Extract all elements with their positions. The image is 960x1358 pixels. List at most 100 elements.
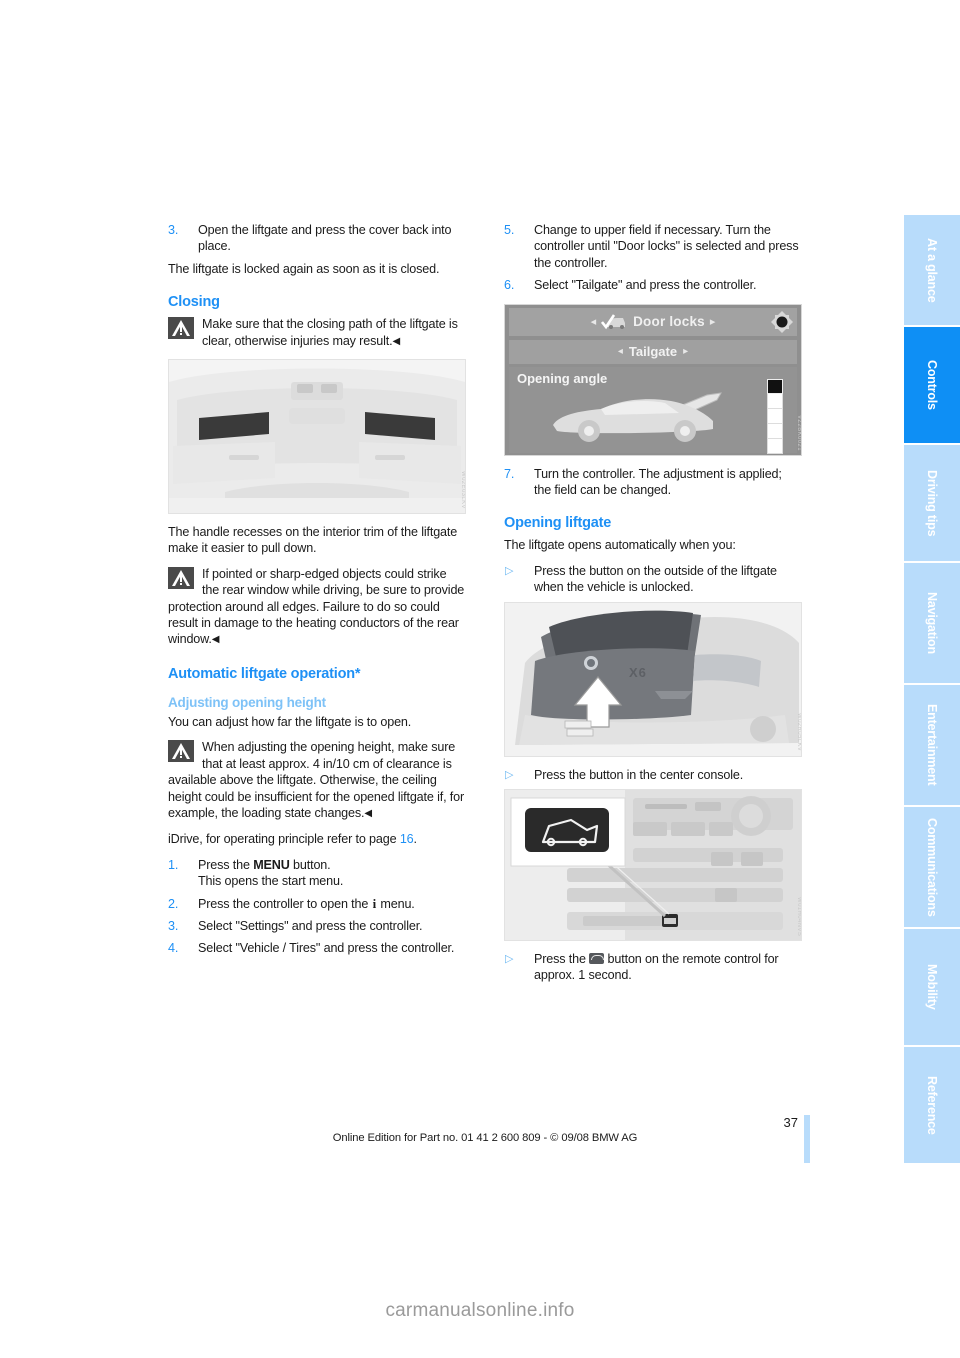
tab-label: At a glance xyxy=(925,237,939,303)
step-number: 2. xyxy=(168,896,179,911)
paragraph-locked: The liftgate is locked again as soon as … xyxy=(168,261,440,276)
warning-adjust: When adjusting the opening height, make … xyxy=(168,739,466,822)
step-number: 4. xyxy=(168,941,179,956)
door-locks-icon xyxy=(601,313,626,329)
page-reference-link[interactable]: 16 xyxy=(400,832,414,846)
step-text: Turn the controller. The adjustment is a… xyxy=(534,466,782,498)
menu-left-arrow-icon[interactable]: ◂ xyxy=(591,315,597,328)
figure-vehicle-rear: X6 W02R05LKV xyxy=(504,601,802,757)
tab-mobility[interactable]: Mobility xyxy=(904,929,960,1047)
figure-code: VZ2BK0021 xyxy=(796,414,802,451)
warning-triangle-icon xyxy=(168,317,194,340)
interior-trim-illustration xyxy=(169,360,465,514)
idrive-top-menu-label: Door locks xyxy=(633,314,705,330)
end-marker-icon: ◀ xyxy=(364,807,372,819)
tab-entertainment[interactable]: Entertainment xyxy=(904,685,960,807)
warning-text: Make sure that the closing path of the l… xyxy=(202,317,458,348)
chapter-tabs: At a glance Controls Driving tips Naviga… xyxy=(904,215,960,1165)
bullet-text-pre: Press the xyxy=(534,952,590,967)
list-item: 4. Select "Vehicle / Tires" and press th… xyxy=(168,940,466,956)
figure-idrive-screen: ◂ Door locks ▸ ◂ Tailgate ▸ Opening angl… xyxy=(504,303,802,456)
step-text: Change to upper field if necessary. Turn… xyxy=(534,223,799,270)
step-text: Open the liftgate and press the cover ba… xyxy=(198,223,452,254)
heading-adjusting-height: Adjusting opening height xyxy=(168,694,326,710)
heading-opening-liftgate: Opening liftgate xyxy=(504,515,612,532)
list-item: 7. Turn the controller. The adjustment i… xyxy=(504,466,802,499)
list-item: 3. Open the liftgate and press the cover… xyxy=(168,222,466,255)
tab-at-a-glance[interactable]: At a glance xyxy=(904,215,960,327)
submenu-right-arrow-icon[interactable]: ▸ xyxy=(683,346,688,357)
level-segment xyxy=(767,393,783,409)
warning-triangle-icon xyxy=(168,740,194,763)
tab-controls[interactable]: Controls xyxy=(904,327,960,445)
step-text-pre: Press the controller to open the xyxy=(198,896,372,911)
step-number: 6. xyxy=(504,278,515,293)
list-item: ▷ Press the button on the remote control… xyxy=(504,951,802,984)
end-marker-icon: ◀ xyxy=(392,335,400,347)
paragraph-opens-auto: The liftgate opens automatically when yo… xyxy=(504,538,736,553)
list-item: 2. Press the controller to open the i me… xyxy=(168,896,466,912)
figure-code: W02E03LKV xyxy=(460,471,466,510)
tab-navigation[interactable]: Navigation xyxy=(904,563,960,685)
manual-page: 3. Open the liftgate and press the cover… xyxy=(0,0,960,1358)
end-marker-icon: ◀ xyxy=(211,634,220,646)
tab-reference[interactable]: Reference xyxy=(904,1047,960,1165)
figure-code: W02R05LKV xyxy=(796,713,802,752)
list-item: 1. Press the MENU button. This opens the… xyxy=(168,857,466,890)
left-column: 3. Open the liftgate and press the cover… xyxy=(168,222,466,963)
heading-closing: Closing xyxy=(168,294,220,311)
figure-center-console: W01H04NVS xyxy=(504,789,802,942)
bullet-triangle-icon: ▷ xyxy=(505,564,514,577)
tab-label: Controls xyxy=(925,360,939,410)
step-number: 7. xyxy=(504,466,515,481)
list-item: ▷ Press the button in the center console… xyxy=(504,767,802,783)
tab-driving-tips[interactable]: Driving tips xyxy=(904,445,960,563)
list-item: 6. Select "Tailgate" and press the contr… xyxy=(504,277,802,293)
idrive-sub-menu-label: Tailgate xyxy=(628,344,678,360)
bullet-text: Press the button in the center console. xyxy=(534,767,744,782)
step-text: Select "Vehicle / Tires" and press the c… xyxy=(198,941,455,956)
level-segment xyxy=(767,423,783,439)
submenu-left-arrow-icon[interactable]: ◂ xyxy=(618,346,623,357)
tab-label: Mobility xyxy=(925,964,939,1010)
tab-label: Communications xyxy=(925,817,939,917)
step-number: 3. xyxy=(168,918,179,933)
figure-interior-trim: W02E03LKV xyxy=(168,359,466,515)
warning-rear-window: If pointed or sharp-edged objects could … xyxy=(168,566,466,649)
page-number: 37 xyxy=(783,1115,798,1130)
vehicle-rear-illustration: X6 xyxy=(505,602,801,756)
step-text: Select "Settings" and press the controll… xyxy=(198,918,423,933)
tab-communications[interactable]: Communications xyxy=(904,807,960,929)
step-text-post: button. xyxy=(289,857,331,872)
vehicle-silhouette xyxy=(553,391,722,442)
imprint-text: Online Edition for Part no. 01 41 2 600 … xyxy=(332,1132,638,1144)
site-watermark: carmanualsonline.info xyxy=(385,1300,575,1321)
step-text-pre: Press the xyxy=(198,857,254,872)
bullet-triangle-icon: ▷ xyxy=(505,953,514,966)
tab-label: Navigation xyxy=(925,592,939,654)
paragraph-handle: The handle recesses on the interior trim… xyxy=(168,525,458,556)
page-footer: 37 Online Edition for Part no. 01 41 2 6… xyxy=(168,1115,810,1163)
center-console-illustration xyxy=(505,790,801,941)
svg-text:X6: X6 xyxy=(629,665,647,680)
step-text: Select "Tailgate" and press the controll… xyxy=(534,278,757,293)
controller-indicator-icon xyxy=(771,310,793,333)
list-item: 5. Change to upper field if necessary. T… xyxy=(504,222,802,271)
level-segment-filled xyxy=(767,378,783,394)
level-segment xyxy=(767,408,783,424)
tab-label: Driving tips xyxy=(925,469,939,537)
step-number: 3. xyxy=(168,223,179,237)
right-column: 5. Change to upper field if necessary. T… xyxy=(504,222,802,990)
step-subline: This opens the start menu. xyxy=(198,874,344,889)
bullet-text: Press the button on the outside of the l… xyxy=(534,563,777,595)
step-text-post: menu. xyxy=(377,896,415,911)
list-item: ▷ Press the button on the outside of the… xyxy=(504,563,802,596)
tab-label: Entertainment xyxy=(925,704,939,786)
list-item: 3. Select "Settings" and press the contr… xyxy=(168,918,466,934)
heading-automatic-liftgate: Automatic liftgate operation* xyxy=(168,665,361,682)
idrive-ref-post: . xyxy=(413,832,418,847)
menu-right-arrow-icon[interactable]: ▸ xyxy=(710,315,716,328)
opening-angle-label: Opening angle xyxy=(517,370,608,386)
page-content: 3. Open the liftgate and press the cover… xyxy=(168,222,802,1102)
warning-text: When adjusting the opening height, make … xyxy=(168,740,465,820)
